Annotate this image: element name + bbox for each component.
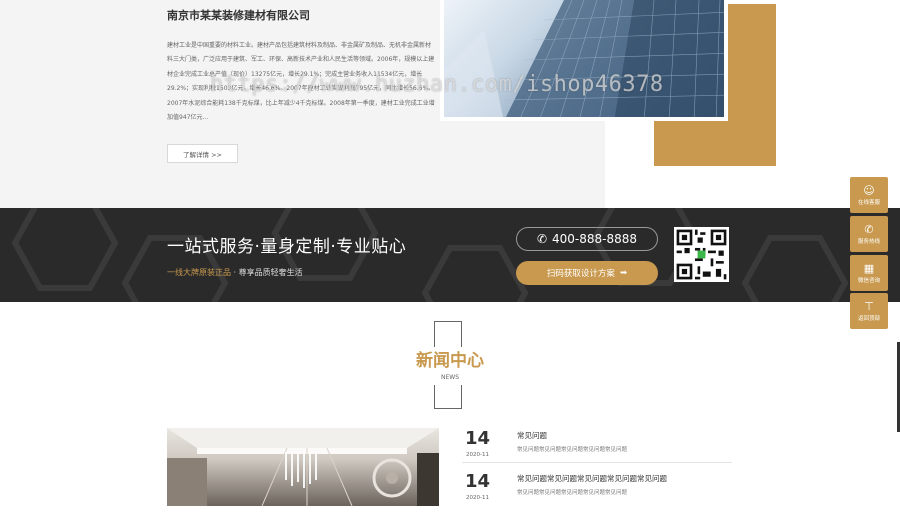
top-icon: ⊤ — [864, 299, 874, 313]
service-banner: 一站式服务·量身定制·专业贴心 一线大牌原装正品 · 尊享品质轻奢生活 — [0, 208, 900, 302]
float-hotline[interactable]: ✆ 服务热线 — [850, 216, 888, 252]
about-section: 南京市某某装修建材有限公司 建材工业是中国重要的材料工业。建材产品包括建筑材料及… — [0, 0, 900, 208]
arrow-right-icon: ➡ — [619, 268, 628, 278]
more-details-button[interactable]: 了解详情 >> — [167, 144, 238, 163]
banner-subtitle-gold: 一线大牌原装正品 — [167, 268, 231, 277]
news-desc: 常见问题常见问题常见问题常见问题常见问题 — [517, 447, 628, 453]
news-year-month: 2020-11 — [466, 495, 489, 501]
chat-icon: ☺ — [863, 183, 875, 197]
banner-subtitle-rest: · 尊享品质轻奢生活 — [231, 268, 303, 277]
float-back-to-top[interactable]: ⊤ 返回顶部 — [850, 293, 888, 329]
phone-icon: ✆ — [536, 232, 548, 246]
hotline-button[interactable]: ✆ 400-888-8888 — [516, 227, 658, 251]
news-section-subtitle: NEWS — [440, 374, 460, 381]
news-day: 14 — [465, 428, 491, 449]
news-section-title: 新闻中心 — [416, 351, 484, 371]
news-day: 14 — [465, 471, 491, 492]
float-label: 返回顶部 — [857, 315, 880, 322]
float-label: 在线客服 — [857, 199, 880, 206]
hotline-number: 400-888-8888 — [552, 232, 638, 246]
news-divider — [462, 462, 732, 463]
float-label: 服务热线 — [857, 238, 880, 245]
news-frame-top — [434, 321, 462, 347]
banner-subtitle: 一线大牌原装正品 · 尊享品质轻奢生活 — [167, 267, 303, 278]
news-year-month: 2020-11 — [466, 452, 489, 458]
scan-design-button[interactable]: 扫码获取设计方案 ➡ — [516, 261, 658, 285]
company-intro: 建材工业是中国重要的材料工业。建材产品包括建筑材料及制品、非金属矿及制品、无机非… — [167, 42, 435, 122]
float-wechat[interactable]: ▦ 微信咨询 — [850, 255, 888, 291]
news-frame-bottom — [434, 385, 462, 409]
float-online-service[interactable]: ☺ 在线客服 — [850, 177, 888, 213]
news-desc: 常见问题常见问题常见问题常见问题常见问题 — [517, 490, 628, 496]
news-item[interactable]: 14 2020-11 常见问题常见问题常见问题常见问题常见问题 常见问题常见问题… — [462, 471, 732, 513]
qr-icon: ▦ — [863, 261, 875, 275]
news-item[interactable]: 14 2020-11 常见问题 常见问题常见问题常见问题常见问题常见问题 — [462, 428, 732, 470]
banner-title: 一站式服务·量身定制·专业贴心 — [167, 237, 407, 257]
scan-design-label: 扫码获取设计方案 — [546, 269, 615, 279]
news-title[interactable]: 常见问题常见问题常见问题常见问题常见问题 — [517, 473, 667, 484]
company-title: 南京市某某装修建材有限公司 — [167, 9, 310, 22]
float-label: 微信咨询 — [857, 277, 880, 284]
building-image — [440, 0, 728, 121]
hex-pattern — [11, 208, 849, 302]
news-title[interactable]: 常见问题 — [517, 430, 547, 441]
qr-code — [674, 227, 729, 282]
phone-icon: ✆ — [864, 222, 874, 236]
news-featured-image[interactable] — [167, 428, 439, 506]
